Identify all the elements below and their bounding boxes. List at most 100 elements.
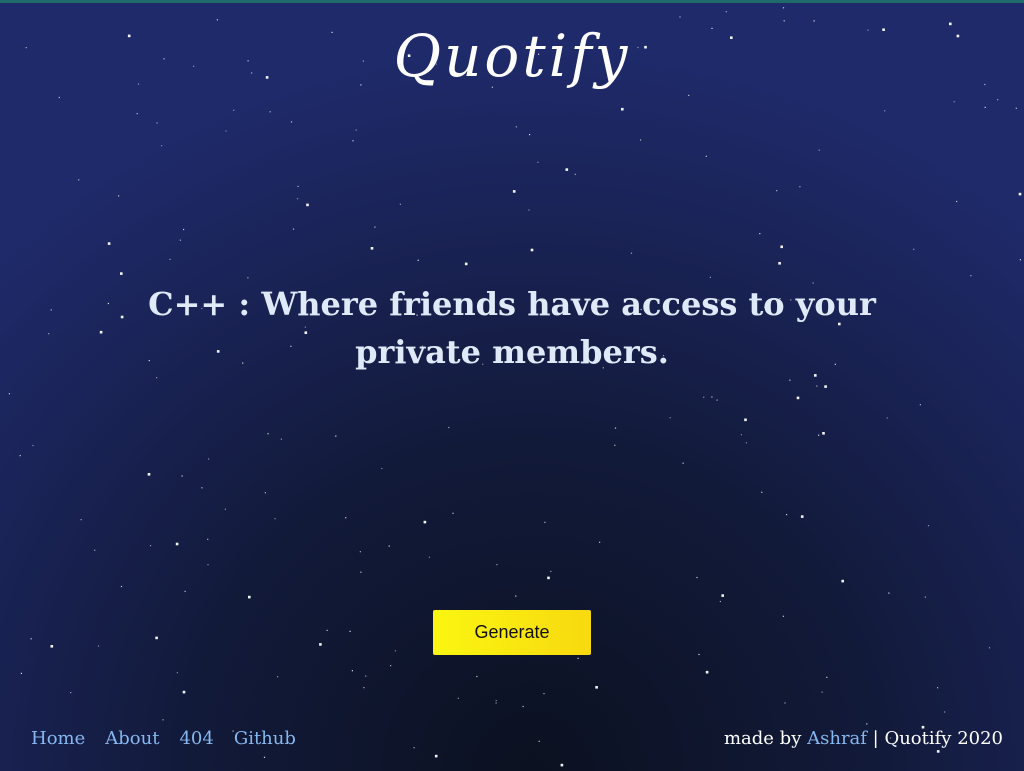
star <box>107 242 111 245</box>
star <box>32 444 34 447</box>
star <box>176 672 178 674</box>
star <box>423 520 427 524</box>
star <box>175 542 179 546</box>
star <box>225 130 227 132</box>
footer-nav: Home About 404 Github <box>31 728 296 752</box>
star <box>537 161 539 163</box>
star <box>614 427 617 429</box>
star <box>696 576 698 579</box>
star <box>183 228 185 231</box>
star <box>744 418 747 422</box>
star <box>780 245 783 249</box>
star <box>705 155 707 157</box>
star <box>370 247 374 250</box>
star <box>716 399 718 401</box>
star <box>786 514 788 516</box>
star <box>784 702 786 704</box>
star <box>544 521 546 523</box>
star <box>290 121 293 123</box>
nav-link-404[interactable]: 404 <box>179 728 213 752</box>
star <box>208 458 210 460</box>
star <box>1019 259 1021 261</box>
star <box>799 186 801 188</box>
star <box>201 487 203 489</box>
star <box>936 750 940 753</box>
star <box>495 702 497 704</box>
star <box>417 259 419 261</box>
star <box>821 691 823 693</box>
star <box>269 111 271 113</box>
star <box>50 645 54 648</box>
star <box>543 693 545 695</box>
star <box>19 455 21 457</box>
star <box>345 517 347 519</box>
star <box>1015 107 1017 109</box>
star <box>233 109 235 111</box>
quote-text: C++ : Where friends have access to your … <box>148 285 876 371</box>
star <box>703 396 705 398</box>
nav-link-about[interactable]: About <box>105 728 159 752</box>
star <box>464 262 468 266</box>
star <box>705 670 709 674</box>
star <box>335 435 337 437</box>
star <box>529 134 531 136</box>
star <box>841 579 844 583</box>
star <box>184 590 186 592</box>
credit-prefix: made by <box>723 728 802 749</box>
star <box>1018 192 1022 196</box>
star <box>884 110 886 112</box>
star <box>682 462 684 464</box>
star <box>818 434 820 436</box>
star <box>953 101 955 103</box>
star <box>247 277 249 279</box>
star <box>280 438 282 440</box>
star <box>528 209 530 211</box>
star <box>816 385 818 387</box>
star <box>711 396 713 398</box>
star <box>725 11 727 13</box>
star <box>776 190 778 192</box>
star <box>538 740 540 742</box>
star <box>207 538 209 540</box>
star <box>155 636 158 640</box>
star <box>434 754 438 758</box>
star <box>565 168 569 171</box>
star <box>118 195 120 197</box>
star <box>818 149 820 151</box>
star <box>577 657 579 659</box>
star <box>355 129 357 131</box>
nav-link-home[interactable]: Home <box>31 728 85 752</box>
star <box>886 417 888 419</box>
star <box>70 692 72 694</box>
nav-link-github[interactable]: Github <box>234 728 296 752</box>
star <box>599 541 601 543</box>
site-logo[interactable]: Quotify <box>0 22 1024 90</box>
star <box>394 650 396 652</box>
star <box>428 556 430 558</box>
star <box>866 723 868 725</box>
star <box>80 519 82 521</box>
star <box>390 665 392 667</box>
star <box>413 747 415 749</box>
star <box>399 203 401 205</box>
star <box>547 576 550 580</box>
star <box>745 442 747 444</box>
star <box>448 426 450 429</box>
star <box>944 711 946 713</box>
star <box>826 676 828 678</box>
star <box>360 571 362 573</box>
star <box>888 592 890 594</box>
star <box>759 233 761 235</box>
star <box>264 492 266 494</box>
star <box>319 643 322 646</box>
star <box>179 239 181 241</box>
author-link[interactable]: Ashraf <box>807 728 867 749</box>
generate-button[interactable]: Generate <box>433 610 591 655</box>
starfield-background <box>8 7 1022 767</box>
star <box>267 433 269 435</box>
star <box>669 417 671 419</box>
star <box>263 756 266 758</box>
star <box>78 179 80 181</box>
star <box>698 653 700 656</box>
star <box>761 491 763 493</box>
